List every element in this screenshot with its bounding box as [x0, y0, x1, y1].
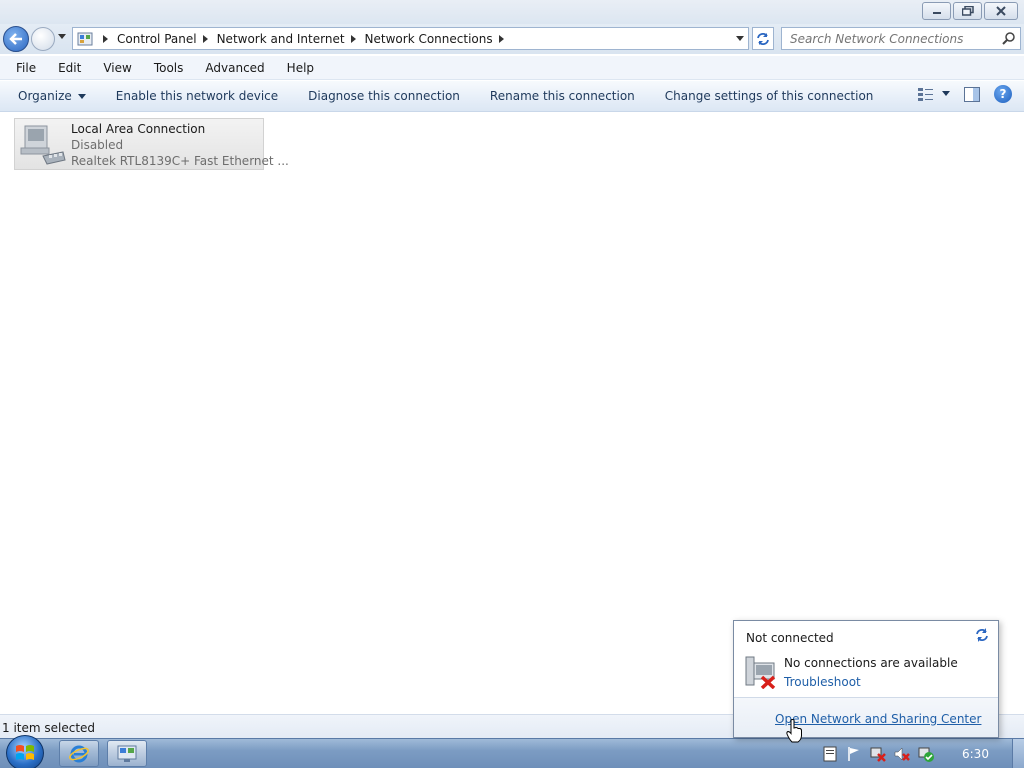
rename-button[interactable]: Rename this connection — [484, 85, 641, 107]
back-button[interactable] — [3, 26, 29, 52]
address-bar[interactable]: Control Panel Network and Internet Netwo… — [72, 27, 749, 50]
status-text: 1 item selected — [2, 721, 96, 735]
enable-device-button[interactable]: Enable this network device — [110, 85, 284, 107]
connection-details: Local Area Connection Disabled Realtek R… — [71, 121, 289, 169]
organize-button[interactable]: Organize — [12, 85, 92, 107]
flag-icon[interactable] — [846, 746, 862, 762]
security-check-icon[interactable] — [918, 746, 934, 762]
organize-label: Organize — [18, 89, 72, 103]
breadcrumb: Control Panel Network and Internet Netwo… — [97, 32, 513, 46]
change-view-button[interactable] — [918, 87, 950, 101]
show-desktop-button[interactable] — [1012, 739, 1024, 768]
breadcrumb-network-and-internet[interactable]: Network and Internet — [217, 32, 345, 46]
internet-explorer-icon — [69, 745, 89, 762]
refresh-icon[interactable] — [974, 627, 990, 643]
menu-file[interactable]: File — [12, 59, 40, 77]
taskbar: 6:30 — [0, 735, 1024, 768]
minimize-button[interactable] — [922, 2, 951, 20]
address-dropdown-arrow[interactable] — [736, 36, 744, 41]
window-titlebar — [0, 0, 1024, 24]
breadcrumb-network-connections[interactable]: Network Connections — [365, 32, 493, 46]
network-status-flyout: Not connected No connections are availab… — [733, 620, 999, 738]
connection-device: Realtek RTL8139C+ Fast Ethernet ... — [71, 154, 289, 168]
breadcrumb-separator[interactable] — [498, 34, 504, 43]
control-panel-icon — [77, 32, 93, 45]
forward-button[interactable] — [31, 27, 55, 51]
network-disconnected-icon — [745, 656, 776, 689]
breadcrumb-separator[interactable] — [202, 34, 208, 43]
connection-status: Disabled — [71, 138, 124, 152]
refresh-icon — [757, 32, 769, 45]
control-panel-icon — [117, 745, 137, 762]
open-network-sharing-center-link[interactable]: Open Network and Sharing Center — [775, 712, 981, 726]
restore-button[interactable] — [953, 2, 982, 20]
change-settings-button[interactable]: Change settings of this connection — [659, 85, 880, 107]
system-clock[interactable]: 6:30 — [962, 747, 989, 761]
preview-pane-icon[interactable] — [964, 86, 980, 102]
network-disconnected-icon[interactable] — [870, 746, 886, 762]
close-icon — [996, 6, 1006, 16]
action-center-icon[interactable] — [822, 746, 838, 762]
troubleshoot-link[interactable]: Troubleshoot — [784, 675, 861, 689]
address-row: Control Panel Network and Internet Netwo… — [0, 24, 1024, 54]
menu-tools[interactable]: Tools — [150, 59, 188, 77]
command-bar-right: ? — [918, 85, 1012, 103]
search-box — [781, 27, 1021, 50]
refresh-button[interactable] — [752, 27, 774, 50]
hand-cursor-icon — [786, 719, 802, 743]
back-arrow-icon — [9, 33, 22, 45]
taskbar-internet-explorer[interactable] — [59, 740, 99, 767]
menu-edit[interactable]: Edit — [54, 59, 85, 77]
breadcrumb-separator[interactable] — [103, 34, 108, 43]
no-connections-message: No connections are available — [784, 656, 958, 670]
minimize-icon — [932, 12, 941, 14]
view-options-icon — [918, 88, 933, 101]
popup-title: Not connected — [746, 631, 834, 645]
restore-icon — [961, 6, 974, 16]
menu-bar: File Edit View Tools Advanced Help — [0, 56, 1024, 80]
local-area-connection-tile[interactable]: Local Area Connection Disabled Realtek R… — [14, 118, 289, 170]
breadcrumb-separator[interactable] — [350, 34, 356, 43]
start-button[interactable] — [6, 735, 44, 768]
close-button[interactable] — [984, 2, 1018, 20]
diagnose-button[interactable]: Diagnose this connection — [302, 85, 466, 107]
window-controls — [922, 2, 1018, 20]
volume-muted-icon[interactable] — [894, 746, 910, 762]
menu-advanced[interactable]: Advanced — [201, 59, 268, 77]
recent-pages-dropdown[interactable] — [58, 34, 66, 40]
taskbar-control-panel[interactable] — [107, 740, 147, 767]
search-icon[interactable] — [1002, 31, 1016, 45]
help-icon[interactable]: ? — [994, 85, 1012, 103]
menu-help[interactable]: Help — [283, 59, 318, 77]
windows-logo-icon — [16, 745, 34, 760]
popup-footer: Open Network and Sharing Center — [734, 697, 998, 737]
menu-view[interactable]: View — [99, 59, 135, 77]
chevron-down-icon — [77, 94, 86, 99]
chevron-down-icon[interactable] — [942, 91, 950, 97]
connection-name: Local Area Connection — [71, 122, 206, 136]
network-adapter-icon — [20, 125, 66, 165]
search-input[interactable] — [782, 28, 992, 49]
command-bar: Organize Enable this network device Diag… — [0, 81, 1024, 112]
breadcrumb-control-panel[interactable]: Control Panel — [117, 32, 197, 46]
